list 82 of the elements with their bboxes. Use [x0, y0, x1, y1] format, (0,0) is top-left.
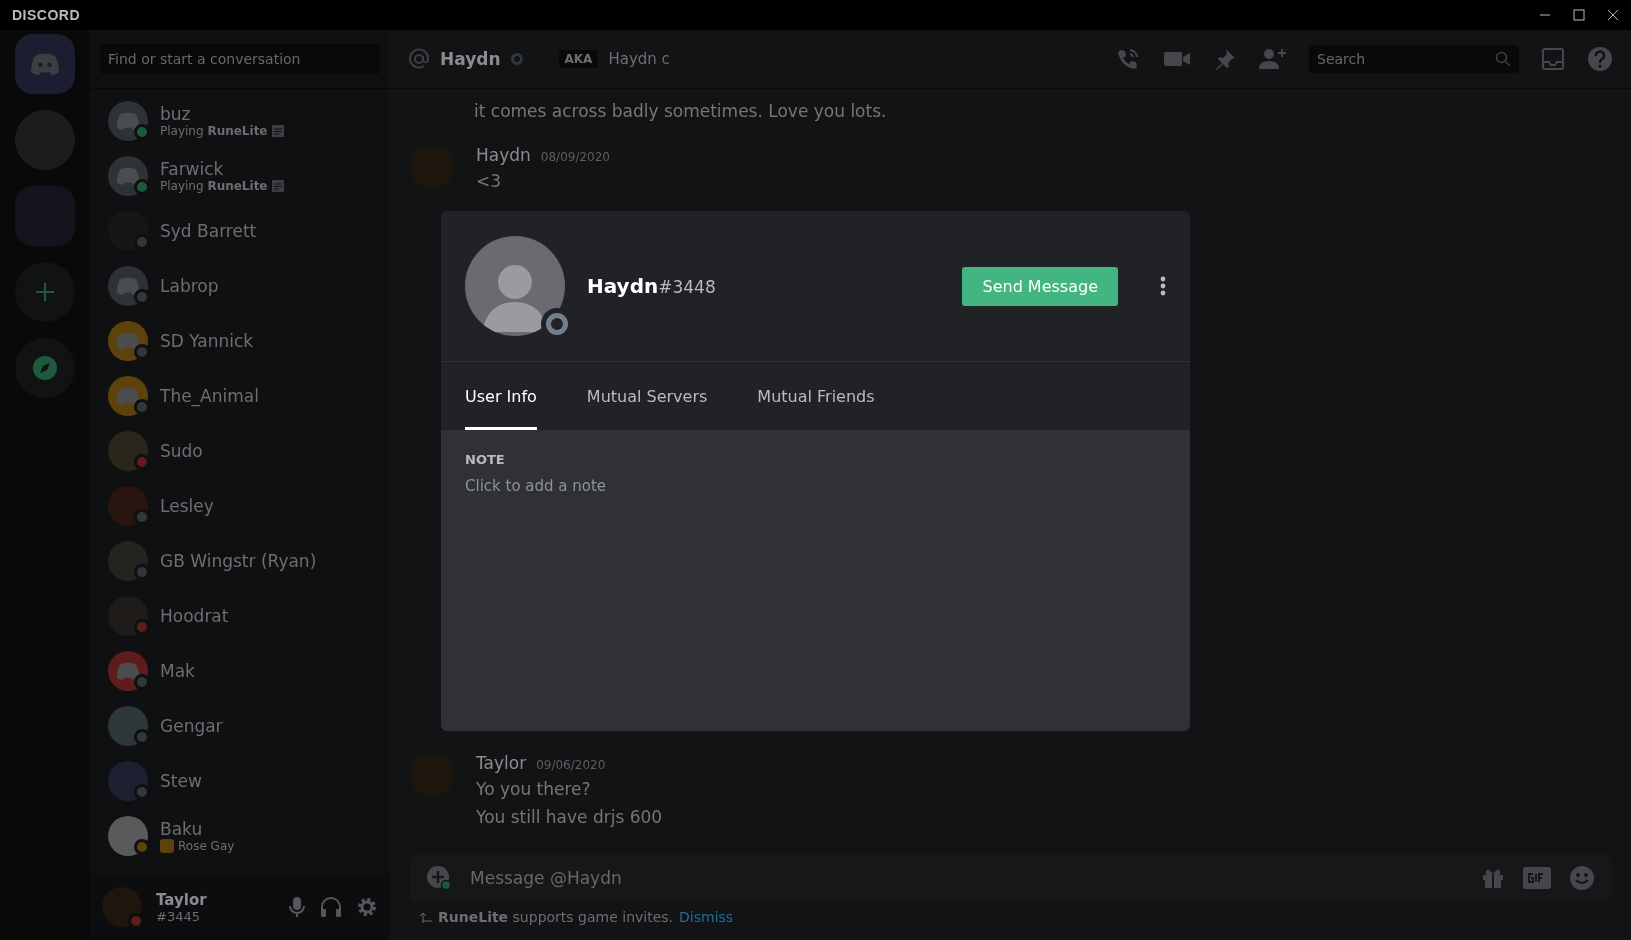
plus-icon	[34, 281, 56, 303]
more-options-icon[interactable]	[1160, 276, 1166, 296]
message-field[interactable]: Message @Haydn	[410, 854, 1611, 902]
add-friend-icon[interactable]	[1259, 47, 1287, 71]
emoji-icon	[160, 838, 174, 853]
aka-label: AKA	[558, 50, 599, 68]
friend-name: Sudo	[160, 440, 203, 461]
author-name[interactable]: Taylor	[476, 753, 527, 773]
friend-name: Labrop	[160, 275, 219, 296]
send-message-button[interactable]: Send Message	[962, 266, 1118, 306]
search-field[interactable]: Search	[1309, 45, 1519, 73]
friend-name: GB Wingstr (Ryan)	[160, 550, 317, 571]
dismiss-link[interactable]: Dismiss	[679, 909, 734, 925]
compass-icon	[32, 355, 58, 381]
profile-name: Haydn	[587, 274, 659, 298]
message-text: <3	[476, 170, 503, 193]
document-icon	[271, 179, 284, 192]
friend-item[interactable]: SD Yannick	[98, 313, 382, 368]
message-date: 09/06/2020	[536, 758, 606, 772]
close-icon[interactable]	[1607, 9, 1619, 21]
document-icon	[271, 124, 284, 137]
user-tag: #3445	[156, 908, 274, 924]
settings-icon[interactable]	[356, 896, 378, 918]
activity-text: Rose Gay	[178, 838, 235, 853]
gif-icon[interactable]	[1523, 867, 1551, 889]
friend-name: Farwick	[160, 158, 225, 179]
friend-item[interactable]: Labrop	[98, 258, 382, 313]
author-name[interactable]: Haydn	[476, 145, 531, 165]
friend-name: buz	[160, 103, 192, 124]
profile-tab[interactable]: Mutual Servers	[586, 365, 708, 430]
message-text: Yo you there?	[476, 778, 592, 801]
friend-name: Mak	[160, 660, 195, 681]
friend-name: The_Animal	[160, 385, 259, 406]
headphones-icon[interactable]	[320, 896, 342, 918]
video-camera-icon[interactable]	[1163, 49, 1191, 69]
at-sign-icon	[408, 48, 430, 70]
message-date: 08/09/2020	[540, 150, 610, 164]
friend-item[interactable]: Syd Barrett	[98, 203, 382, 258]
conversation-search-field[interactable]: Find or start a conversation	[100, 44, 380, 74]
friend-name: Baku	[160, 818, 204, 839]
friend-item[interactable]: Baku Rose Gay	[98, 808, 382, 863]
message-text: it comes across badly sometimes. Love you lots.	[474, 101, 887, 121]
friend-name: Stew	[160, 770, 202, 791]
corner-arrow-icon	[420, 911, 432, 923]
user-name: Taylor	[156, 890, 208, 909]
friend-name: Hoodrat	[160, 605, 229, 626]
inbox-icon[interactable]	[1541, 47, 1565, 71]
phone-call-icon[interactable]	[1115, 46, 1141, 72]
friend-item[interactable]: Gengar	[98, 698, 382, 753]
friend-item[interactable]: GB Wingstr (Ryan)	[98, 533, 382, 588]
smiley-icon[interactable]	[1569, 865, 1595, 891]
note-label: NOTE	[465, 452, 506, 467]
friend-name: Gengar	[160, 715, 223, 736]
friend-item[interactable]: Mak	[98, 643, 382, 698]
microphone-icon[interactable]	[288, 896, 306, 918]
friend-item[interactable]: Stew	[98, 753, 382, 808]
message-text: You still have drjs 600	[476, 806, 663, 829]
friend-item[interactable]: Sudo	[98, 423, 382, 478]
profile-tag: #3448	[658, 277, 716, 297]
user-avatar[interactable]	[102, 887, 142, 927]
friend-item[interactable]: Farwick Playing RuneLite	[98, 148, 382, 203]
friend-item[interactable]: Lesley	[98, 478, 382, 533]
friend-name: Lesley	[160, 495, 214, 516]
friend-name: Syd Barrett	[160, 220, 257, 241]
app-logo: DISCORD	[12, 7, 81, 23]
activity-text: Playing RuneLite	[160, 123, 268, 138]
friend-name: SD Yannick	[160, 330, 254, 351]
add-attachment-icon[interactable]	[426, 865, 452, 891]
game-controller-icon	[30, 53, 60, 75]
friend-item[interactable]: Hoodrat	[98, 588, 382, 643]
note-field[interactable]: Click to add a note	[465, 477, 765, 495]
maximize-icon[interactable]	[1573, 9, 1585, 21]
search-icon	[1495, 51, 1511, 67]
activity-text: Playing RuneLite	[160, 178, 268, 193]
notice-text: RuneLite supports game invites.	[438, 909, 674, 925]
friend-item[interactable]: The_Animal	[98, 368, 382, 423]
friend-item[interactable]: buz Playing RuneLite	[98, 93, 382, 148]
home-button[interactable]	[15, 34, 75, 94]
help-icon[interactable]	[1587, 46, 1613, 72]
nickname-text: Haydn c	[608, 50, 670, 68]
channel-title: Haydn	[440, 49, 501, 69]
profile-tab[interactable]: Mutual Friends	[757, 365, 875, 430]
